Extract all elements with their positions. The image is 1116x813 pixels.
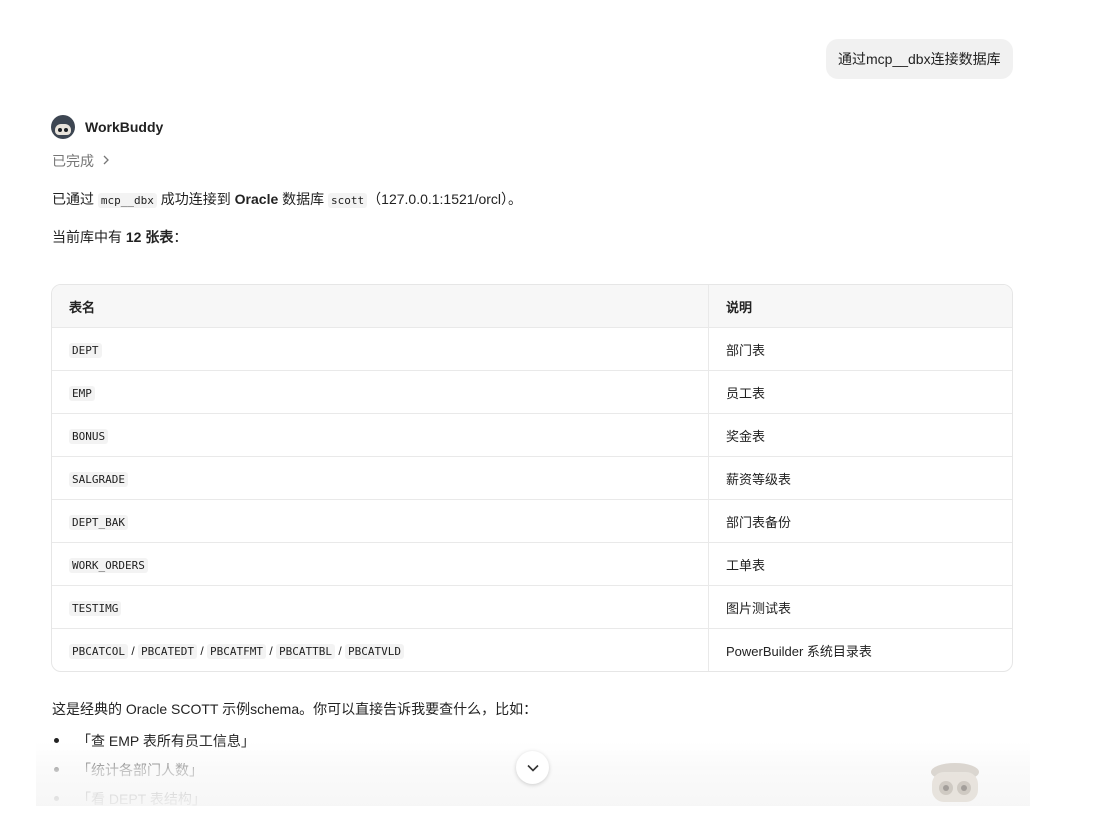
table-row: DEPT 部门表: [52, 328, 1012, 371]
db-type: Oracle: [234, 191, 279, 207]
user-message-bubble: 通过mcp__dbx连接数据库: [826, 39, 1013, 79]
table-row: EMP 员工表: [52, 371, 1012, 414]
column-header-name: 表名: [52, 285, 709, 328]
table-desc-cell: PowerBuilder 系统目录表: [726, 643, 872, 659]
table-row: SALGRADE 薪资等级表: [52, 457, 1012, 500]
table-name-code: PBCATEDT: [138, 643, 197, 659]
chevron-right-icon: [102, 154, 110, 168]
table-row: DEPT_BAK 部门表备份: [52, 500, 1012, 543]
table-row: TESTIMG 图片测试表: [52, 586, 1012, 629]
table-name-cell: TESTIMG: [52, 586, 709, 629]
table-name-cell: DEPT: [52, 328, 709, 371]
table-desc-cell: 薪资等级表: [709, 457, 1012, 500]
table-name-cell: EMP: [52, 371, 709, 414]
table-row: WORK_ORDERS 工单表: [52, 543, 1012, 586]
status-label: 已完成: [52, 153, 94, 169]
table-desc-cell: 部门表: [709, 328, 1012, 371]
chevron-down-icon: [526, 759, 539, 777]
name-separator: /: [334, 643, 345, 658]
name-separator: /: [265, 643, 276, 658]
connection-message: 已通过 mcp__dbx 成功连接到 Oracle 数据库 scott （127.…: [52, 191, 523, 208]
table-name-code: EMP: [69, 385, 95, 401]
status-toggle[interactable]: 已完成: [52, 151, 110, 171]
table-name-cell: DEPT_BAK: [52, 500, 709, 543]
table-desc-cell: 员工表: [709, 371, 1012, 414]
table-name-cell: PBCATCOL / PBCATEDT / PBCATFMT / PBCATTB…: [52, 629, 709, 671]
table-count: 12 张表: [125, 229, 174, 245]
table-name-code: WORK_ORDERS: [69, 557, 148, 573]
table-name-code: PBCATCOL: [69, 643, 128, 659]
tables-list: 表名 说明 DEPT 部门表 EMP 员工表 BONUS 奖金表 SALGRADE 薪资等级表…: [51, 284, 1013, 672]
table-name-code: PBCATFMT: [207, 643, 266, 659]
table-desc-cell: 奖金表: [709, 414, 1012, 457]
table-name-code: BONUS: [69, 428, 109, 444]
table-row: BONUS 奖金表: [52, 414, 1012, 457]
outro-message: 这是经典的 Oracle SCOTT 示例schema。你可以直接告诉我要查什么…: [52, 701, 538, 717]
table-name-cell: BONUS: [52, 414, 709, 457]
schema-code: scott: [328, 193, 368, 208]
bot-name: WorkBuddy: [85, 119, 164, 135]
table-count-message: 当前库中有 12 张表：: [52, 229, 188, 245]
table-desc-cell: 图片测试表: [709, 586, 1012, 629]
name-separator: /: [127, 643, 138, 658]
table-name-code: TESTIMG: [69, 600, 122, 616]
mascot-icon: [920, 758, 990, 806]
table-name-cell: SALGRADE: [52, 457, 709, 500]
table-name-cell: WORK_ORDERS: [52, 543, 709, 586]
table-header-row: 表名 说明: [52, 285, 1012, 328]
table-name-code: PBCATTBL: [276, 643, 335, 659]
table-desc-cell: 部门表备份: [709, 500, 1012, 543]
column-header-desc: 说明: [709, 285, 1012, 328]
table-name-code: SALGRADE: [69, 471, 128, 487]
table-row: PBCATCOL / PBCATEDT / PBCATFMT / PBCATTB…: [52, 629, 1012, 671]
table-name-code: PBCATVLD: [345, 643, 404, 659]
scroll-to-bottom-button[interactable]: [516, 751, 549, 784]
table-desc-cell: 工单表: [709, 543, 1012, 586]
table-name-code: DEPT_BAK: [69, 514, 128, 530]
bot-header: WorkBuddy: [51, 115, 163, 139]
name-separator: /: [196, 643, 207, 658]
tool-name-code: mcp__dbx: [97, 193, 157, 208]
table-name-code: DEPT: [69, 342, 102, 358]
bot-avatar: [51, 115, 75, 139]
